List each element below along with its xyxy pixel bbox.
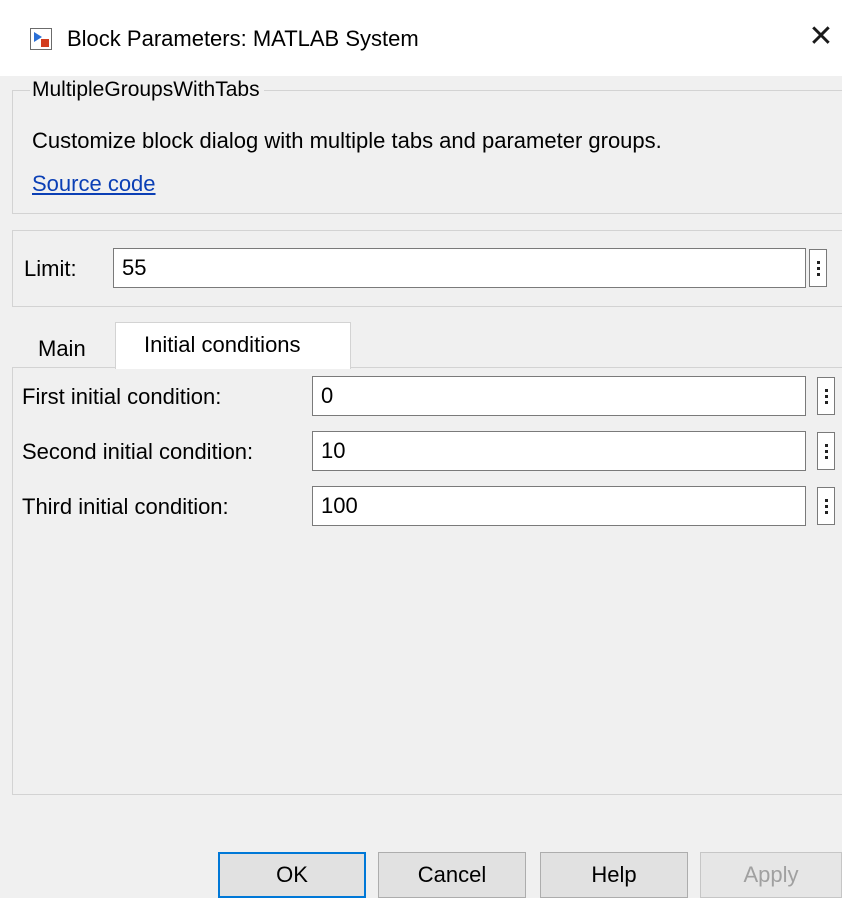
second-initial-condition-input[interactable] [312, 431, 806, 471]
cancel-button[interactable]: Cancel [378, 852, 526, 898]
third-initial-condition-label: Third initial condition: [22, 494, 229, 519]
limit-label: Limit: [24, 256, 77, 281]
tab-initial-conditions[interactable]: Initial conditions [144, 330, 301, 360]
limit-options-icon[interactable] [809, 249, 827, 287]
first-initial-condition-label: First initial condition: [22, 384, 222, 409]
first-initial-condition-options-icon[interactable] [817, 377, 835, 415]
tab-main[interactable]: Main [38, 334, 86, 364]
apply-button[interactable]: Apply [700, 852, 842, 898]
first-initial-condition-input[interactable] [312, 376, 806, 416]
third-initial-condition-options-icon[interactable] [817, 487, 835, 525]
close-icon[interactable]: ✕ [808, 22, 834, 52]
description-group-title: MultipleGroupsWithTabs [30, 77, 264, 103]
second-initial-condition-label: Second initial condition: [22, 439, 254, 464]
description-text: Customize block dialog with multiple tab… [32, 128, 662, 153]
source-code-link[interactable]: Source code [32, 169, 156, 199]
limit-input[interactable] [113, 248, 806, 288]
window-title: Block Parameters: MATLAB System [67, 26, 419, 51]
third-initial-condition-input[interactable] [312, 486, 806, 526]
simulink-block-icon [30, 28, 52, 50]
help-button[interactable]: Help [540, 852, 688, 898]
ok-button[interactable]: OK [218, 852, 366, 898]
title-bar: Block Parameters: MATLAB System ✕ [0, 0, 842, 76]
second-initial-condition-options-icon[interactable] [817, 432, 835, 470]
